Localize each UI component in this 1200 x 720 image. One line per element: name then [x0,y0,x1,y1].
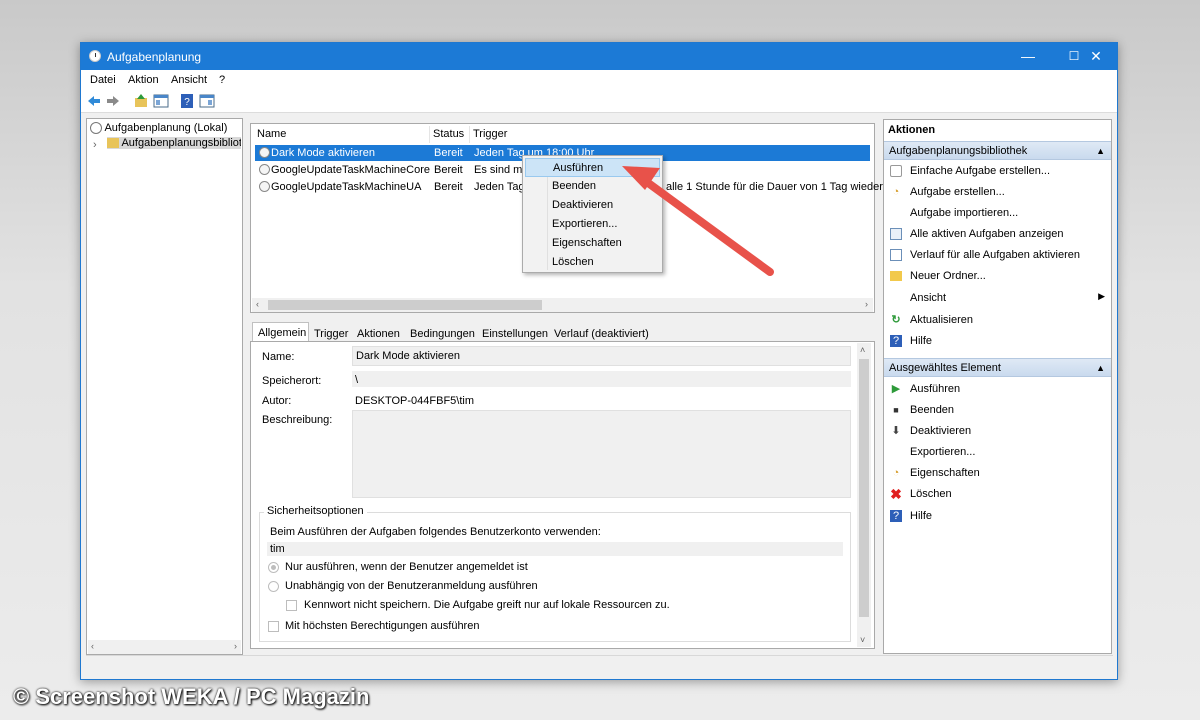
watermark: © Screenshot WEKA / PC Magazin [13,684,370,709]
annotation-arrow [622,166,774,276]
